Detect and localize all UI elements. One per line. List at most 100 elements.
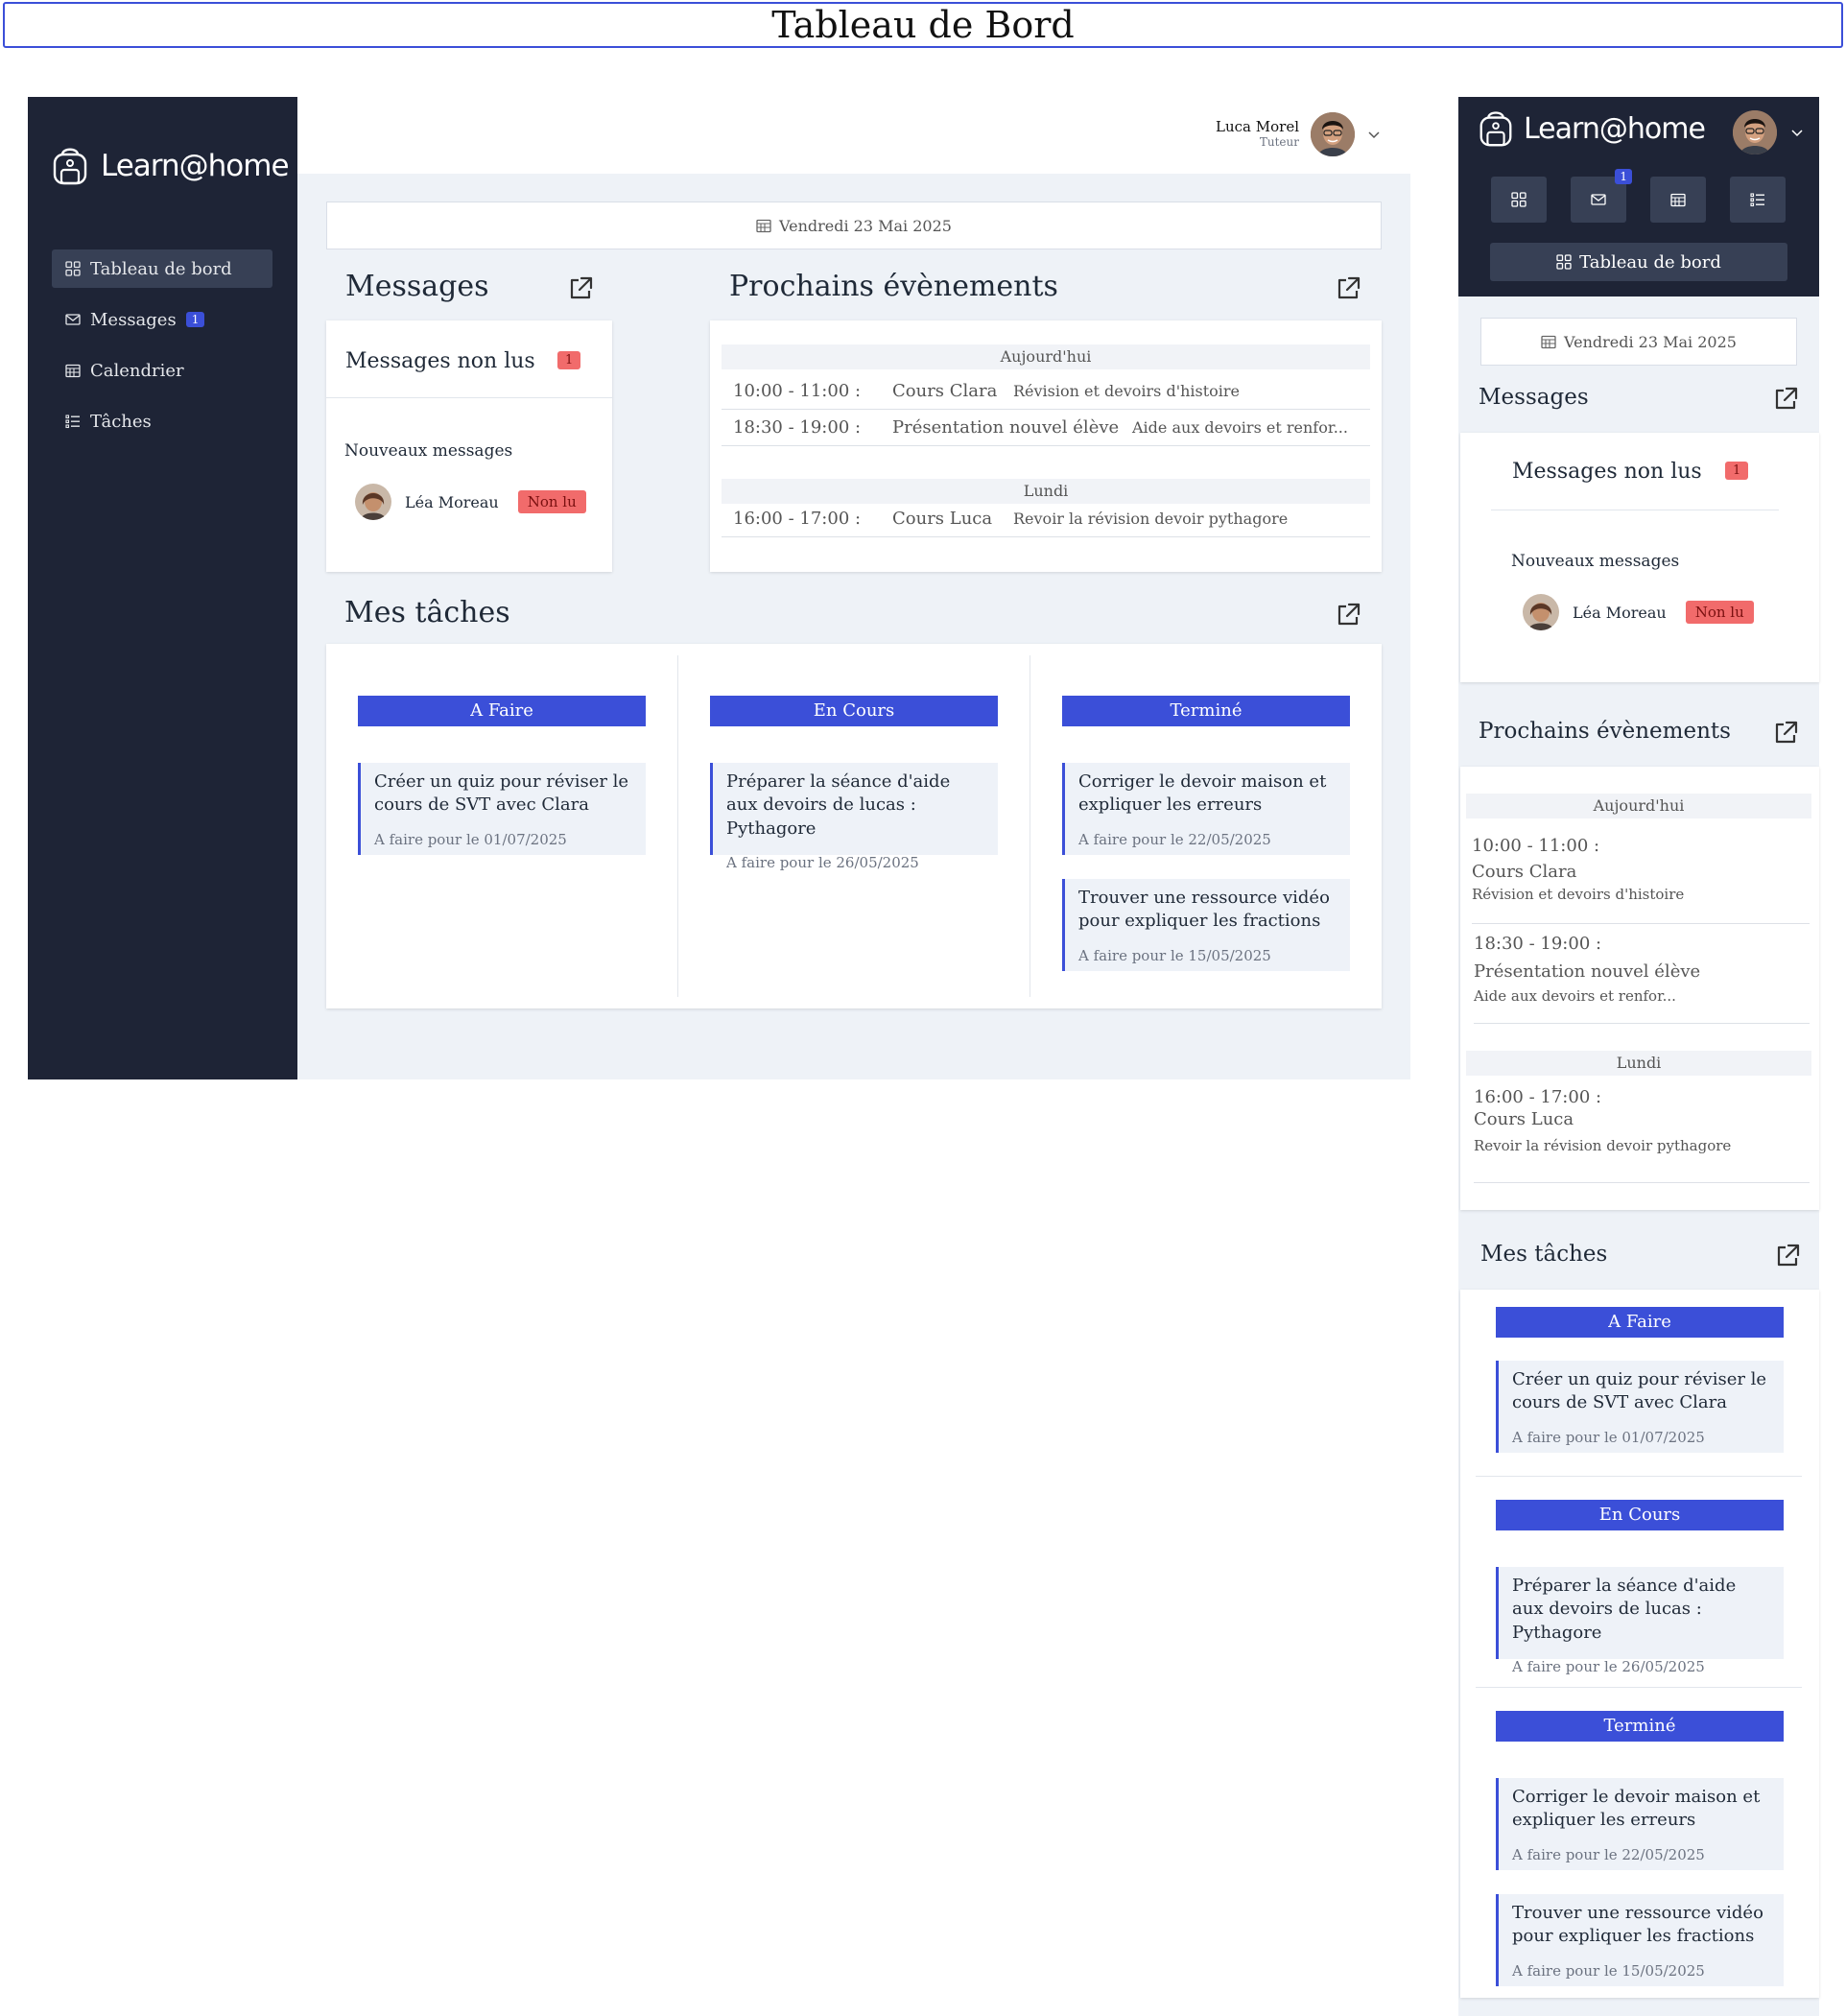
task-due-date: A faire pour le 26/05/2025	[726, 853, 919, 871]
mobile-view: Learn@home 1 Tableau de bord Vendredi 23…	[1458, 97, 1819, 2016]
sidebar-item-tasks[interactable]: Tâches	[52, 402, 272, 440]
brand-logo[interactable]: Learn@home	[49, 145, 290, 187]
messages-card: Messages non lus 1 Nouveaux messages Léa…	[326, 320, 612, 572]
unread-count-badge: 1	[557, 351, 581, 369]
current-date: Vendredi 23 Mai 2025	[1564, 332, 1737, 351]
sidebar-item-label: Calendrier	[90, 360, 184, 381]
active-page-button[interactable]: Tableau de bord	[1490, 243, 1787, 281]
date-bar: Vendredi 23 Mai 2025	[1480, 318, 1797, 366]
sidebar-item-dashboard[interactable]: Tableau de bord	[52, 249, 272, 288]
task-due-date: A faire pour le 15/05/2025	[1078, 946, 1271, 964]
event-course: Présentation nouvel élève	[1474, 961, 1701, 982]
column-header-todo: A Faire	[1496, 1307, 1784, 1338]
event-course: Présentation nouvel élève	[892, 417, 1120, 438]
mail-icon	[65, 312, 81, 327]
task-card[interactable]: Corriger le devoir maison et expliquer l…	[1062, 763, 1350, 855]
sender-avatar	[1523, 594, 1559, 630]
status-badge: Non lu	[517, 490, 586, 513]
unread-messages-label: Messages non lus	[1512, 460, 1702, 484]
event-course: Cours Clara	[1472, 862, 1577, 882]
event-row[interactable]: 10:00 - 11:00 : Cours Clara Révision et …	[722, 373, 1370, 410]
task-card[interactable]: Trouver une ressource vidéo pour expliqu…	[1496, 1894, 1784, 1986]
events-section-title: Prochains évènements	[1479, 719, 1731, 744]
task-card[interactable]: Corriger le devoir maison et expliquer l…	[1496, 1778, 1784, 1870]
external-link-icon[interactable]	[567, 275, 594, 302]
events-card: Aujourd'hui 10:00 - 11:00 : Cours Clara …	[710, 320, 1382, 572]
event-course: Cours Luca	[1474, 1109, 1574, 1129]
event-row[interactable]: 16:00 - 17:00 : Cours Luca Revoir la rév…	[722, 501, 1370, 537]
event-row[interactable]: 10:00 - 11:00 : Cours Clara Révision et …	[1472, 836, 1810, 924]
events-card: Aujourd'hui 10:00 - 11:00 : Cours Clara …	[1460, 767, 1819, 1210]
calendar-icon	[756, 218, 771, 233]
column-header-done: Terminé	[1496, 1711, 1784, 1742]
user-menu[interactable]: Luca Morel Tuteur	[1216, 112, 1382, 156]
event-row[interactable]: 18:30 - 19:00 : Présentation nouvel élèv…	[722, 410, 1370, 446]
chevron-down-icon[interactable]	[1789, 125, 1805, 140]
avatar-image	[355, 484, 391, 520]
divider	[326, 397, 612, 398]
sender-avatar	[355, 484, 391, 520]
messages-section-title: Messages	[1479, 385, 1589, 410]
event-description: Révision et devoirs d'histoire	[1013, 382, 1241, 400]
task-card[interactable]: Créer un quiz pour réviser le cours de S…	[1496, 1361, 1784, 1453]
top-bar: Luca Morel Tuteur	[297, 97, 1410, 174]
event-description: Revoir la révision devoir pythagore	[1474, 1137, 1732, 1154]
external-link-icon[interactable]	[1772, 720, 1799, 747]
brand-logo[interactable]: Learn@home	[1476, 108, 1706, 149]
sidebar-item-label: Messages	[90, 309, 177, 330]
event-row[interactable]: 18:30 - 19:00 : Présentation nouvel élèv…	[1474, 934, 1810, 1024]
external-link-icon[interactable]	[1774, 1243, 1801, 1269]
sidebar: Learn@home Tableau de bord Messages 1 Ca…	[28, 97, 297, 1079]
column-divider	[1476, 1476, 1802, 1477]
sender-name: Léa Moreau	[1573, 603, 1667, 622]
unread-count-badge: 1	[1725, 462, 1749, 480]
desktop-view: Learn@home Tableau de bord Messages 1 Ca…	[28, 97, 1410, 1079]
grid-icon	[1556, 254, 1572, 270]
task-card[interactable]: Préparer la séance d'aide aux devoirs de…	[710, 763, 998, 871]
user-role: Tuteur	[1259, 134, 1299, 149]
calendar-icon	[65, 363, 81, 378]
external-link-icon[interactable]	[1335, 602, 1361, 629]
user-avatar[interactable]	[1733, 110, 1777, 154]
event-description: Aide aux devoirs et renfor...	[1132, 418, 1348, 437]
event-time: 10:00 - 11:00 :	[733, 381, 862, 401]
tasks-section-title: Mes tâches	[1480, 1242, 1608, 1267]
event-row[interactable]: 16:00 - 17:00 : Cours Luca Revoir la rév…	[1474, 1087, 1810, 1183]
event-time: 16:00 - 17:00 :	[733, 509, 862, 529]
brand-name: Learn@home	[101, 149, 290, 183]
new-messages-label: Nouveaux messages	[1511, 552, 1680, 571]
messages-section-title: Messages	[345, 270, 489, 303]
event-description: Aide aux devoirs et renfor...	[1474, 987, 1676, 1005]
column-header-in-progress: En Cours	[1496, 1500, 1784, 1530]
calendar-icon	[1670, 192, 1686, 207]
active-page-label: Tableau de bord	[1579, 251, 1721, 273]
event-description: Revoir la révision devoir pythagore	[1013, 510, 1289, 528]
external-link-icon[interactable]	[1335, 275, 1361, 302]
message-item[interactable]: Léa Moreau Non lu	[1523, 594, 1754, 630]
messages-count-badge: 1	[185, 312, 205, 327]
event-day-header: Lundi	[1466, 1051, 1811, 1076]
status-badge: Non lu	[1685, 601, 1754, 624]
nav-messages-button[interactable]: 1	[1571, 169, 1632, 223]
tasks-section-title: Mes tâches	[344, 596, 510, 629]
user-avatar[interactable]	[1311, 112, 1355, 156]
column-header-in-progress: En Cours	[710, 696, 998, 726]
column-divider	[1476, 1687, 1802, 1688]
messages-count-badge: 1	[1615, 169, 1632, 184]
task-card[interactable]: Créer un quiz pour réviser le cours de S…	[358, 763, 646, 855]
event-time: 16:00 - 17:00 :	[1474, 1087, 1602, 1107]
nav-dashboard-button[interactable]	[1491, 177, 1547, 223]
page-banner-title: Tableau de Bord	[3, 2, 1843, 48]
task-title: Trouver une ressource vidéo pour expliqu…	[1512, 1903, 1763, 1947]
sidebar-item-messages[interactable]: Messages 1	[52, 300, 272, 339]
nav-tasks-button[interactable]	[1730, 177, 1786, 223]
task-card[interactable]: Préparer la séance d'aide aux devoirs de…	[1496, 1567, 1784, 1675]
chevron-down-icon[interactable]	[1366, 127, 1382, 142]
sidebar-item-calendar[interactable]: Calendrier	[52, 351, 272, 390]
message-item[interactable]: Léa Moreau Non lu	[355, 484, 586, 520]
event-time: 18:30 - 19:00 :	[1474, 934, 1602, 954]
external-link-icon[interactable]	[1772, 386, 1799, 413]
nav-calendar-button[interactable]	[1650, 177, 1706, 223]
event-time: 10:00 - 11:00 :	[1472, 836, 1600, 856]
task-card[interactable]: Trouver une ressource vidéo pour expliqu…	[1062, 879, 1350, 971]
